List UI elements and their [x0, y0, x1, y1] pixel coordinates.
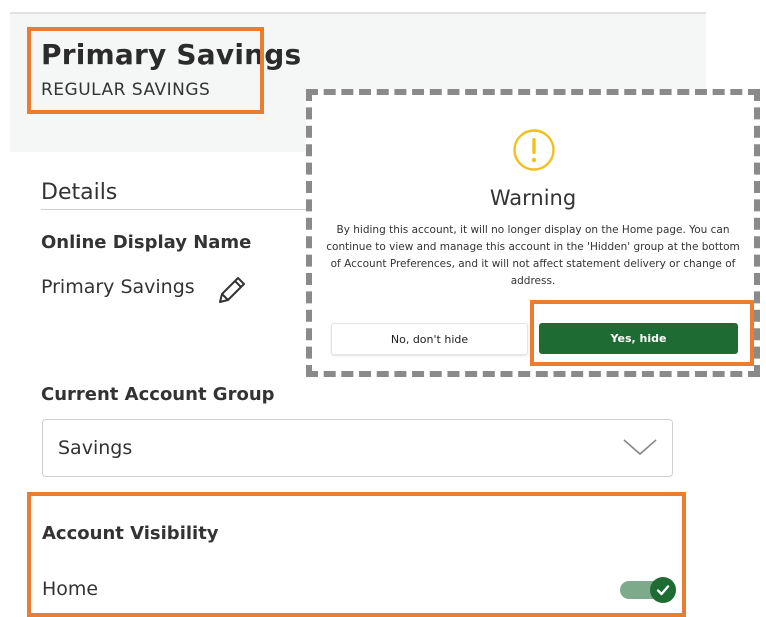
warning-title: Warning — [489, 186, 577, 210]
highlight-yes-hide — [530, 300, 754, 366]
display-name-label: Online Display Name — [41, 232, 252, 253]
no-dont-hide-button[interactable]: No, don't hide — [331, 323, 528, 355]
highlight-account-visibility — [27, 492, 686, 617]
warning-message: By hiding this account, it will no longe… — [326, 224, 740, 287]
account-group-value: Savings — [58, 437, 133, 459]
account-group-label: Current Account Group — [41, 384, 275, 405]
account-group-select[interactable]: Savings — [42, 419, 673, 477]
display-name-value: Primary Savings — [41, 276, 195, 298]
highlight-account-title — [27, 27, 264, 114]
warning-icon — [512, 128, 556, 172]
details-divider — [41, 209, 331, 210]
chevron-down-icon — [622, 434, 658, 460]
pencil-icon[interactable] — [214, 272, 250, 308]
details-heading: Details — [41, 180, 118, 205]
